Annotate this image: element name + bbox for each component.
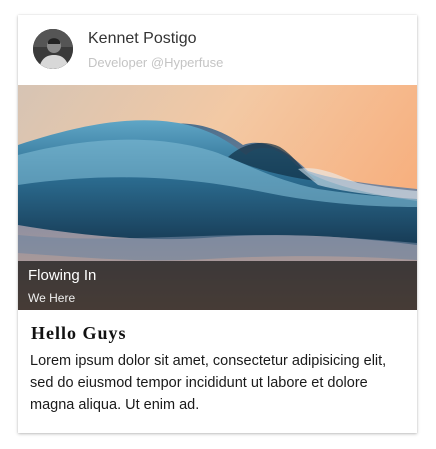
card-body-text: Lorem ipsum dolor sit amet, consectetur …: [30, 353, 387, 413]
media-caption-overlay: Flowing In We Here: [18, 261, 417, 310]
post-card: Kennet Postigo Developer @Hyperfuse Flow…: [18, 15, 417, 433]
media-caption-title: Flowing In: [28, 267, 97, 284]
media-caption-subtitle: We Here: [28, 291, 76, 305]
avatar[interactable]: [33, 29, 73, 69]
card-media: Flowing In We Here: [18, 85, 417, 310]
card-title: Hello Guys: [31, 323, 127, 343]
author-name: Kennet Postigo: [88, 30, 197, 47]
author-subtitle: Developer @Hyperfuse: [88, 55, 224, 70]
card-header: Kennet Postigo Developer @Hyperfuse: [18, 15, 417, 85]
profile-photo-icon: [33, 29, 73, 69]
